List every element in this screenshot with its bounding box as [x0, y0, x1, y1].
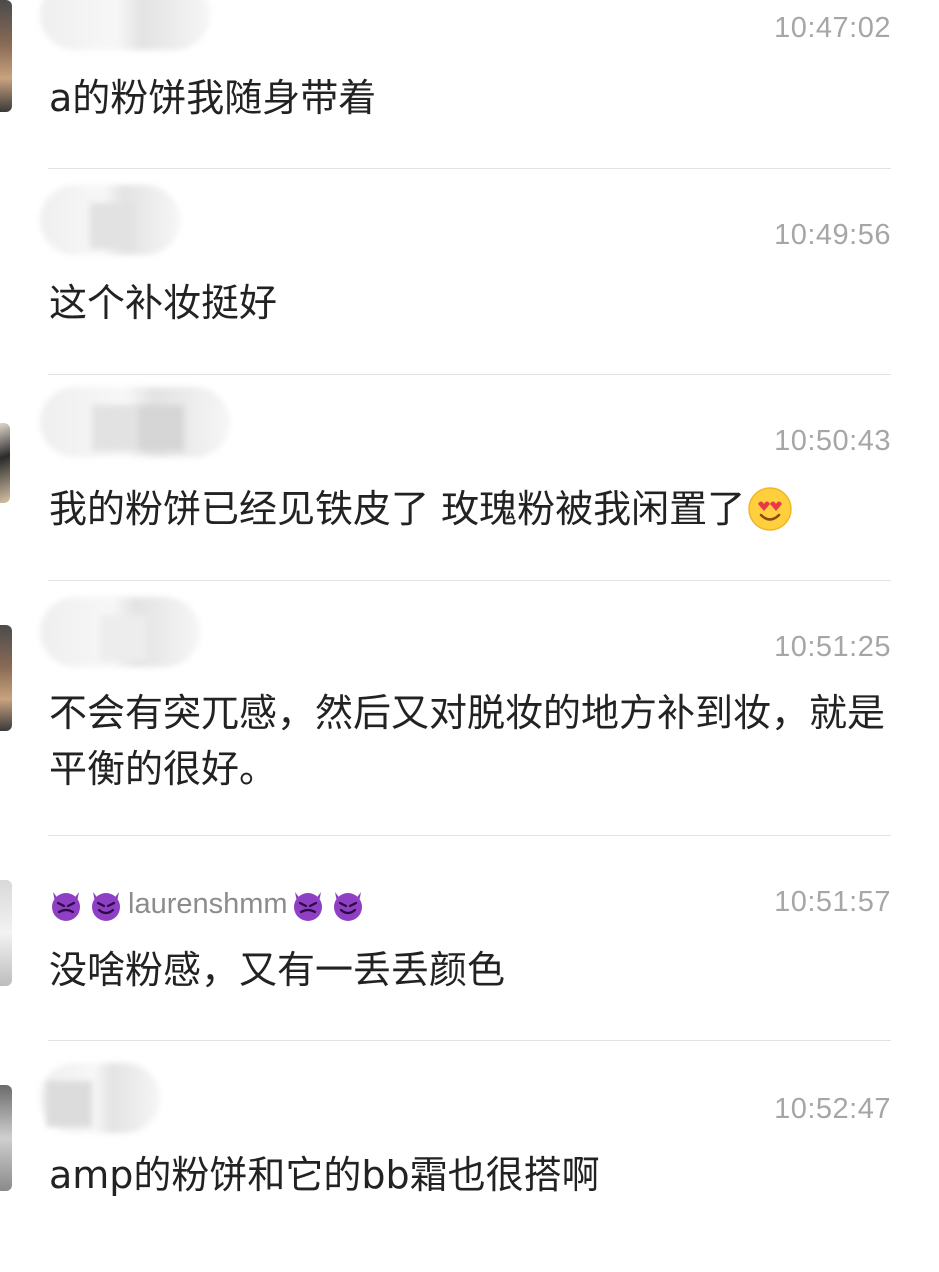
message-text: 这个补妆挺好: [49, 281, 278, 325]
blurred-username: [40, 0, 210, 50]
list-item[interactable]: 10:50:43 我的粉饼已经见铁皮了 玫瑰粉被我闲置了: [0, 375, 939, 580]
message-timestamp: 10:51:25: [774, 631, 891, 663]
list-item[interactable]: 10:47:02 a的粉饼我随身带着: [0, 0, 939, 168]
message-timestamp: 10:47:02: [774, 12, 891, 44]
list-item[interactable]: 10:51:25 不会有突兀感，然后又对脱妆的地方补到妆，就是平衡的很好。: [0, 581, 939, 835]
avatar[interactable]: [0, 1085, 12, 1191]
avatar[interactable]: [0, 880, 12, 986]
blurred-username: [40, 1063, 160, 1133]
comment-list: 10:47:02 a的粉饼我随身带着 10:49:56 这个补妆挺好 10:50…: [0, 0, 939, 1272]
message-text: a的粉饼我随身带着: [49, 76, 377, 120]
smiling-devil-icon: [52, 892, 80, 921]
blurred-username: [40, 597, 200, 667]
smiling-devil-icon: [92, 892, 120, 921]
smiling-devil-icon: [333, 892, 362, 921]
avatar[interactable]: [0, 0, 12, 112]
list-item[interactable]: 10:49:56 这个补妆挺好: [0, 169, 939, 374]
smiling-face-with-heart-eyes-icon: [747, 486, 793, 532]
message-timestamp: 10:51:57: [774, 886, 891, 918]
message-text-content: 我的粉饼已经见铁皮了 玫瑰粉被我闲置了: [49, 487, 746, 531]
avatar[interactable]: [0, 423, 10, 503]
username[interactable]: laurenshmm: [128, 888, 288, 921]
message-text: amp的粉饼和它的bb霜也很搭啊: [49, 1153, 600, 1197]
message-timestamp: 10:49:56: [774, 219, 891, 251]
message-text: 没啥粉感，又有一丢丢颜色: [49, 948, 506, 992]
list-item[interactable]: laurenshmm 10:51:57 没啥粉感，又有一丢丢颜色: [0, 836, 939, 1040]
blurred-username: [40, 387, 230, 457]
avatar[interactable]: [0, 625, 12, 731]
username-row[interactable]: laurenshmm: [48, 884, 370, 924]
list-item[interactable]: 10:52:47 amp的粉饼和它的bb霜也很搭啊: [0, 1041, 939, 1272]
message-text: 不会有突兀感，然后又对脱妆的地方补到妆，就是平衡的很好。: [49, 691, 886, 791]
message-timestamp: 10:52:47: [774, 1093, 891, 1125]
smiling-devil-icon: [293, 892, 322, 921]
message-text: 我的粉饼已经见铁皮了 玫瑰粉被我闲置了: [49, 481, 891, 537]
message-timestamp: 10:50:43: [774, 425, 891, 457]
blurred-username: [40, 185, 180, 255]
